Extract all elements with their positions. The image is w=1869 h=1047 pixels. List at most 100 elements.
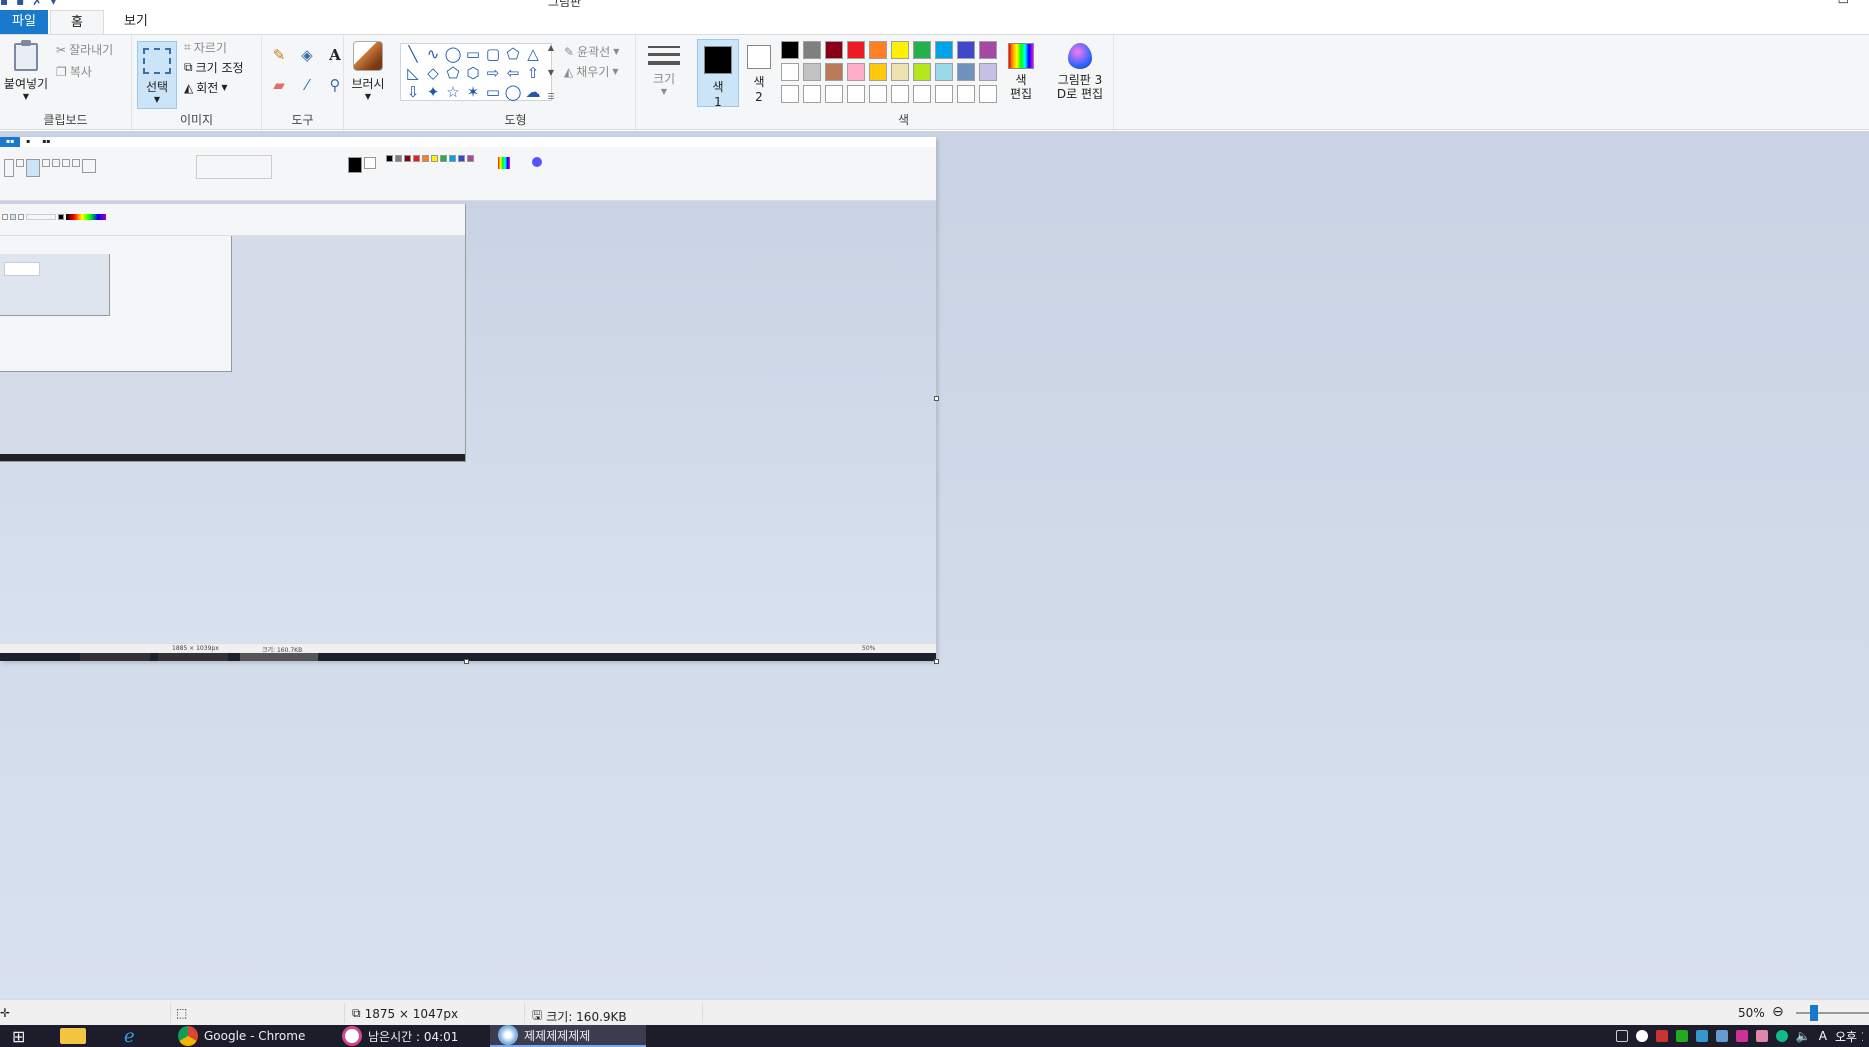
tray-icon-3[interactable]: [1655, 1030, 1668, 1042]
palette-swatch[interactable]: [847, 41, 865, 59]
start-windows-icon[interactable]: ⊞: [4, 1025, 36, 1047]
eraser-icon[interactable]: ▰: [268, 75, 290, 95]
palette-swatch[interactable]: [979, 63, 997, 81]
fill-button[interactable]: ◭ 채우기 ▼: [564, 63, 619, 80]
zoom-slider[interactable]: [1796, 1012, 1869, 1014]
resize-handle-corner[interactable]: [934, 659, 939, 664]
paint3d-button[interactable]: 그림판 3 D로 편집: [1052, 41, 1108, 109]
crop-button[interactable]: ⌗ 자르기: [184, 39, 227, 56]
size-button[interactable]: 크기 ▼: [644, 41, 684, 111]
chevron-up-icon[interactable]: ▲: [548, 43, 554, 52]
palette-swatch[interactable]: [913, 41, 931, 59]
tray-icon-6[interactable]: [1715, 1030, 1728, 1042]
size-dropdown-icon[interactable]: ▼: [644, 87, 684, 96]
palette-swatch[interactable]: [869, 63, 887, 81]
shape-item[interactable]: ▭: [483, 83, 503, 102]
palette-swatch[interactable]: [847, 63, 865, 81]
taskbar-paint[interactable]: 제제제제제제: [490, 1025, 646, 1047]
minimize-icon[interactable]: ▭: [1838, 0, 1849, 7]
tab-file[interactable]: 파일: [0, 10, 48, 34]
tray-icon-1[interactable]: [1615, 1030, 1628, 1042]
cut-button[interactable]: ✂ 잘라내기: [56, 41, 113, 58]
zoom-slider-thumb[interactable]: [1810, 1005, 1818, 1021]
tab-home[interactable]: 홈: [50, 10, 104, 34]
clock[interactable]: 오후 1: [1835, 1028, 1863, 1045]
shape-item[interactable]: ⇩: [403, 83, 423, 102]
select-dropdown-icon[interactable]: ▼: [138, 95, 176, 104]
brush-dropdown-icon[interactable]: ▼: [348, 92, 388, 101]
palette-swatch[interactable]: [825, 85, 843, 103]
paste-dropdown-icon[interactable]: ▼: [0, 92, 52, 101]
palette-swatch[interactable]: [781, 85, 799, 103]
shape-item[interactable]: ☁: [523, 83, 543, 102]
palette-swatch[interactable]: [913, 85, 931, 103]
shape-item[interactable]: ◇: [423, 64, 443, 83]
palette-swatch[interactable]: [957, 41, 975, 59]
palette-swatch[interactable]: [935, 63, 953, 81]
palette-swatch[interactable]: [803, 85, 821, 103]
palette-swatch[interactable]: [781, 63, 799, 81]
palette-swatch[interactable]: [913, 63, 931, 81]
shape-item[interactable]: ▭: [463, 45, 483, 64]
palette-swatch[interactable]: [891, 63, 909, 81]
qat-dropdown-icon[interactable]: ▾: [50, 0, 56, 8]
palette-swatch[interactable]: [979, 85, 997, 103]
tab-view[interactable]: 보기: [104, 10, 168, 34]
undo-icon[interactable]: ▪: [16, 0, 24, 8]
tray-icon-8[interactable]: [1755, 1030, 1768, 1042]
shape-item[interactable]: ☆: [443, 83, 463, 102]
palette-swatch[interactable]: [825, 63, 843, 81]
tray-icon-5[interactable]: [1695, 1030, 1708, 1042]
select-button[interactable]: 선택 ▼: [137, 41, 177, 109]
file-explorer-icon[interactable]: [52, 1025, 94, 1047]
palette-swatch[interactable]: [825, 41, 843, 59]
shape-item[interactable]: △: [523, 45, 543, 64]
shape-item[interactable]: ⇨: [483, 64, 503, 83]
text-icon[interactable]: A: [324, 45, 346, 65]
palette-swatch[interactable]: [803, 41, 821, 59]
palette-swatch[interactable]: [891, 85, 909, 103]
ime-icon[interactable]: A: [1819, 1029, 1827, 1043]
drawing-canvas[interactable]: ▪▪ ▪ ▪▪ 1885 × 1039px 크기: 160.7KB 50%: [0, 137, 936, 661]
fill-icon[interactable]: ◈: [296, 45, 318, 65]
brush-button[interactable]: 브러시 ▼: [348, 39, 388, 109]
pencil-icon[interactable]: ✎: [268, 45, 290, 65]
volume-icon[interactable]: 🔈: [1796, 1029, 1811, 1043]
magnifier-icon[interactable]: ⚲: [324, 75, 346, 95]
resize-handle-bottom[interactable]: [464, 659, 469, 664]
taskbar-chrome[interactable]: Google - Chrome: [170, 1025, 322, 1047]
shape-item[interactable]: ⬠: [503, 45, 523, 64]
shape-item[interactable]: ∿: [423, 45, 443, 64]
expand-icon[interactable]: ☰: [547, 92, 554, 101]
shape-item[interactable]: ⬠: [443, 64, 463, 83]
edge-browser-icon[interactable]: ℯ: [116, 1025, 158, 1047]
palette-swatch[interactable]: [935, 85, 953, 103]
edit-colors-button[interactable]: 색 편집: [1003, 41, 1039, 109]
shape-item[interactable]: ╲: [403, 45, 423, 64]
redo-icon[interactable]: ✗: [32, 0, 42, 8]
shape-item[interactable]: ✶: [463, 83, 483, 102]
palette-swatch[interactable]: [869, 85, 887, 103]
shape-item[interactable]: ▢: [483, 45, 503, 64]
shape-item[interactable]: ◺: [403, 64, 423, 83]
shape-item[interactable]: ✦: [423, 83, 443, 102]
tray-icon-7[interactable]: [1735, 1030, 1748, 1042]
palette-swatch[interactable]: [781, 41, 799, 59]
zoom-out-icon[interactable]: ⊖: [1772, 1004, 1784, 1020]
color-picker-icon[interactable]: ⁄: [296, 75, 318, 95]
palette-swatch[interactable]: [803, 63, 821, 81]
shapes-gallery[interactable]: ╲ ∿ ◯ ▭ ▢ ⬠ △ ◺ ◇ ⬠ ⬡ ⇨ ⇦ ⇧ ⇩ ✦ ☆ ✶ ▭ ◯ ☁: [400, 43, 552, 101]
save-icon[interactable]: ▪: [0, 0, 8, 8]
chevron-down-icon[interactable]: ▼: [548, 68, 554, 77]
copy-button[interactable]: ❐ 복사: [56, 63, 92, 80]
palette-swatch[interactable]: [847, 85, 865, 103]
shape-item[interactable]: ◯: [443, 45, 463, 64]
tray-icon-9[interactable]: [1775, 1030, 1788, 1042]
palette-swatch[interactable]: [891, 41, 909, 59]
rotate-button[interactable]: ◭ 회전 ▼: [184, 79, 227, 96]
color1-button[interactable]: 색 1: [697, 39, 739, 109]
palette-swatch[interactable]: [957, 85, 975, 103]
palette-swatch[interactable]: [979, 41, 997, 59]
palette-swatch[interactable]: [869, 41, 887, 59]
tray-icon-4[interactable]: [1675, 1030, 1688, 1042]
